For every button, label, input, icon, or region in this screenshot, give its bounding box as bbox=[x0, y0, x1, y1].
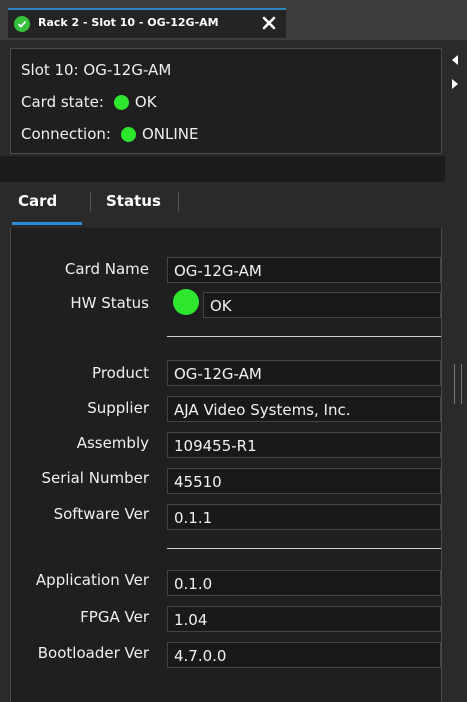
hw-status-label: HW Status bbox=[70, 294, 149, 312]
bootloader-ver-field[interactable]: 4.7.0.0 bbox=[167, 642, 441, 668]
assembly-field[interactable]: 109455-R1 bbox=[167, 432, 441, 458]
chevron-left-icon[interactable] bbox=[443, 48, 467, 72]
card-state-row: Card state: OK bbox=[21, 93, 157, 111]
slot-title: Slot 10: OG-12G-AM bbox=[21, 61, 172, 79]
software-ver-label: Software Ver bbox=[53, 505, 149, 523]
card-name-label: Card Name bbox=[64, 260, 149, 278]
product-label: Product bbox=[92, 364, 149, 382]
section-divider bbox=[167, 336, 441, 337]
serial-number-field[interactable]: 45510 bbox=[167, 468, 441, 494]
application-ver-label: Application Ver bbox=[35, 571, 149, 589]
section-divider bbox=[167, 548, 441, 549]
supplier-field[interactable]: AJA Video Systems, Inc. bbox=[167, 396, 441, 422]
close-icon[interactable] bbox=[260, 14, 278, 32]
connection-label: Connection: bbox=[21, 125, 111, 143]
card-name-field[interactable]: OG-12G-AM bbox=[167, 257, 441, 283]
card-state-label: Card state: bbox=[21, 93, 104, 111]
hw-status-indicator bbox=[173, 289, 199, 315]
connection-indicator bbox=[120, 126, 136, 142]
assembly-label: Assembly bbox=[76, 434, 149, 452]
bootloader-ver-label: Bootloader Ver bbox=[37, 644, 149, 662]
splitter-handle[interactable] bbox=[454, 364, 462, 404]
serial-number-label: Serial Number bbox=[41, 469, 149, 487]
fpga-ver-field[interactable]: 1.04 bbox=[167, 606, 441, 632]
supplier-label: Supplier bbox=[87, 399, 149, 417]
tab-divider bbox=[178, 192, 179, 212]
product-field[interactable]: OG-12G-AM bbox=[167, 360, 441, 386]
fpga-ver-label: FPGA Ver bbox=[80, 608, 149, 626]
separator-band bbox=[0, 156, 445, 182]
tab-rack2-slot10[interactable]: Rack 2 - Slot 10 - OG-12G-AM bbox=[8, 8, 286, 38]
active-tab-indicator bbox=[12, 222, 82, 225]
card-info-panel: Card Name OG-12G-AM HW Status OK Product… bbox=[10, 228, 442, 702]
tab-label: Rack 2 - Slot 10 - OG-12G-AM bbox=[38, 16, 219, 29]
tab-card[interactable]: Card bbox=[18, 192, 57, 210]
card-state-indicator bbox=[113, 94, 129, 110]
application-ver-field[interactable]: 0.1.0 bbox=[167, 570, 441, 596]
chevron-right-icon[interactable] bbox=[443, 72, 467, 96]
connection-row: Connection: ONLINE bbox=[21, 125, 198, 143]
tab-status[interactable]: Status bbox=[106, 192, 161, 210]
card-summary-panel: Slot 10: OG-12G-AM Card state: OK Connec… bbox=[10, 48, 442, 154]
check-icon bbox=[14, 16, 30, 32]
tab-divider bbox=[90, 192, 91, 212]
software-ver-field[interactable]: 0.1.1 bbox=[167, 504, 441, 530]
subtab-bar: Card Status bbox=[10, 182, 442, 228]
hw-status-field[interactable]: OK bbox=[203, 292, 441, 318]
card-state-value: OK bbox=[134, 93, 157, 111]
document-tab-strip: Rack 2 - Slot 10 - OG-12G-AM bbox=[0, 0, 467, 40]
connection-value: ONLINE bbox=[141, 125, 199, 143]
side-navigation bbox=[443, 48, 467, 96]
